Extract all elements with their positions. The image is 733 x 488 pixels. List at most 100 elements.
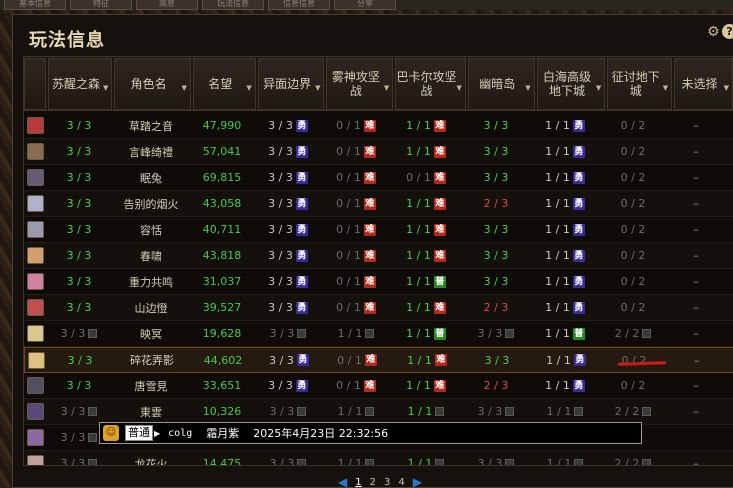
lock-icon [297,329,307,338]
col-mist-raid-value: 1 / 1 [337,457,363,466]
col-mist-raid-value: 0 / 1 [336,145,361,158]
table-row[interactable]: 3 / 3 眠兔 69,815 3 / 3勇0 / 1难0 / 1难3 / 31 / … [24,165,733,191]
col-bakal-raid: 1 / 1 [390,451,462,465]
col-unselected-value: – [693,249,699,262]
difficulty-badge: 难 [433,301,446,314]
col-character-name: 言峰绮禮 [112,139,190,165]
col-white-sea-dungeon: 1 / 1勇 [530,139,600,165]
col-dark-island: 2 / 3 [462,373,530,399]
col-fame: 14,475 [190,451,254,465]
col-awakening-forest: 3 / 3 [46,139,112,165]
col-white-sea-dungeon-value: 1 / 1 [546,353,571,367]
tab-high[interactable]: 高息 [136,0,198,10]
table-row[interactable]: 3 / 3 山边憕 39,527 3 / 3勇0 / 1难1 / 1难2 / 31 /… [24,295,733,321]
col-conquest-dungeon: 0 / 2 [600,217,666,243]
chat-mode[interactable]: 普通 [125,425,153,441]
col-conquest-dungeon: 0 / 2 [600,139,666,165]
col-bakal-raid: 1 / 1难 [390,113,462,139]
col-character-name-value: 眠兔 [140,171,162,185]
col-unselected-value: – [693,457,699,466]
chat-face-icon: ☺ [103,425,119,441]
header-col-1[interactable]: 角色名 ▼ [114,58,191,110]
col-bakal-raid: 1 / 1普 [390,269,462,295]
col-character-name: 山边憕 [112,295,190,321]
tab-gameplay[interactable]: 玩法信息 [202,0,264,10]
col-white-sea-dungeon: 1 / 1勇 [530,373,600,399]
col-fame: 10,326 [190,399,254,425]
lock-icon [365,407,375,416]
help-icon[interactable]: ? [722,24,733,39]
col-fame-value: 39,527 [202,301,242,314]
difficulty-badge: 勇 [296,354,309,366]
col-unselected: – [666,217,726,243]
table-row[interactable]: 3 / 3 告别的烟火 43,058 3 / 3勇0 / 1难1 / 1难2 / 31… [24,191,733,217]
header-col-7[interactable]: 白海高级地下城 ▼ [536,58,606,110]
col-white-sea-dungeon-value: 1 / 1 [545,171,570,184]
tab-basic[interactable]: 基本信息 [4,0,66,10]
col-dark-island-value: 2 / 3 [483,197,509,210]
page-2[interactable]: 2 [370,477,376,488]
table-row[interactable]: 3 / 3 龙花火 14,475 3 / 3 1 / 1 1 / 1 3 / 3 1 / 1 2… [24,451,733,466]
col-character-name: 碎花弄影 [113,347,191,373]
table-row[interactable]: 3 / 3 唐雪見 33,651 3 / 3勇0 / 1难1 / 1难2 / 31 /… [24,373,733,399]
page-4[interactable]: 4 [398,477,404,488]
table-row[interactable]: 3 / 3 草踏之音 47,990 3 / 3勇0 / 1难1 / 1难3 / 31 … [24,113,733,139]
gameplay-panel: 玩法信息 ⚙ ? 苏醒之森 ▼ 角色名 ▼ 名望 ▼ 异面边界 ▼ 雾神攻坚战 ▼ 巴卡尔… [12,14,733,488]
header-col-9[interactable]: 未选择 ▼ [674,58,733,110]
gear-icon[interactable]: ⚙ [707,25,721,39]
header-col-5[interactable]: 巴卡尔攻坚战 ▼ [395,58,466,110]
avatar [26,299,44,316]
col-dark-island: 3 / 3 [462,451,530,465]
col-fame: 19,628 [190,321,254,347]
col-dark-island-value: 3 / 3 [483,275,509,288]
col-dark-island-value: 3 / 3 [483,171,509,184]
col-awakening-forest-value: 3 / 3 [66,171,92,184]
table-row[interactable]: 3 / 3 碎花弄影 44,602 3 / 3勇0 / 1难1 / 1难3 / 31 … [24,347,733,373]
table-row[interactable]: 3 / 3 重力共鸣 31,037 3 / 3勇0 / 1难1 / 1普3 / 31 … [24,269,733,295]
header-col-3[interactable]: 异面边界 ▼ [257,58,325,110]
page-1[interactable]: 1 [355,477,361,488]
col-abyss-border: 3 / 3勇 [254,165,322,191]
col-mist-raid-value: 0 / 1 [336,197,361,210]
page-3[interactable]: 3 [384,477,390,488]
col-mist-raid-value: 0 / 1 [337,353,362,367]
table-row[interactable]: 3 / 3 容恬 40,711 3 / 3勇0 / 1难1 / 1难3 / 31 / … [24,217,733,243]
header-col-0[interactable]: 苏醒之森 ▼ [47,58,113,110]
avatar-cell [24,399,46,425]
table-row[interactable]: 3 / 3 言峰绮禮 57,041 3 / 3勇0 / 1难1 / 1难3 / 31 … [24,139,733,165]
col-dark-island-value: 3 / 3 [483,223,509,236]
difficulty-badge: 难 [363,119,376,132]
col-abyss-border: 3 / 3勇 [254,269,322,295]
col-fame: 44,602 [191,347,255,373]
col-fame-value: 40,711 [202,223,242,236]
col-conquest-dungeon-value: 0 / 2 [620,301,646,314]
tab-feature[interactable]: 特征 [70,0,132,10]
col-mist-raid: 0 / 1难 [322,217,390,243]
header-col-4[interactable]: 雾神攻坚战 ▼ [326,58,394,110]
col-dark-island-value: 3 / 3 [483,119,509,132]
lock-icon [88,433,98,442]
col-fame-value: 33,651 [202,379,242,392]
col-fame: 40,711 [190,217,254,243]
header-col-8[interactable]: 征讨地下城 ▼ [607,58,673,110]
col-white-sea-dungeon: 1 / 1勇 [530,243,600,269]
tab-share[interactable]: 分享 [334,0,396,10]
chat-channel: colg [168,427,193,439]
col-character-name-value: 言峰绮禮 [129,145,173,159]
header-col-2[interactable]: 名望 ▼ [192,58,256,110]
col-awakening-forest-value: 3 / 3 [60,457,86,466]
tab-info[interactable]: 信息信息 [268,0,330,10]
table-row[interactable]: 3 / 3 春啸 43,818 3 / 3勇0 / 1难1 / 1难3 / 31 / … [24,243,733,269]
header-col-6[interactable]: 幽暗岛 ▼ [467,58,535,110]
lock-icon [435,459,445,465]
prev-page-icon[interactable]: ◀ [338,475,347,488]
next-page-icon[interactable]: ▶ [413,475,422,488]
col-unselected-value: – [693,379,699,392]
col-fame: 31,037 [190,269,254,295]
col-white-sea-dungeon-value: 1 / 1 [545,197,570,210]
col-abyss-border-value: 3 / 3 [268,249,293,262]
table-row[interactable]: 3 / 3 映冥 19,628 3 / 31 / 11 / 1普3 / 31 / 1普… [24,321,733,347]
col-abyss-border: 3 / 3 [254,321,322,347]
col-character-name-value: 告别的烟火 [123,197,179,211]
col-unselected: – [667,347,727,373]
